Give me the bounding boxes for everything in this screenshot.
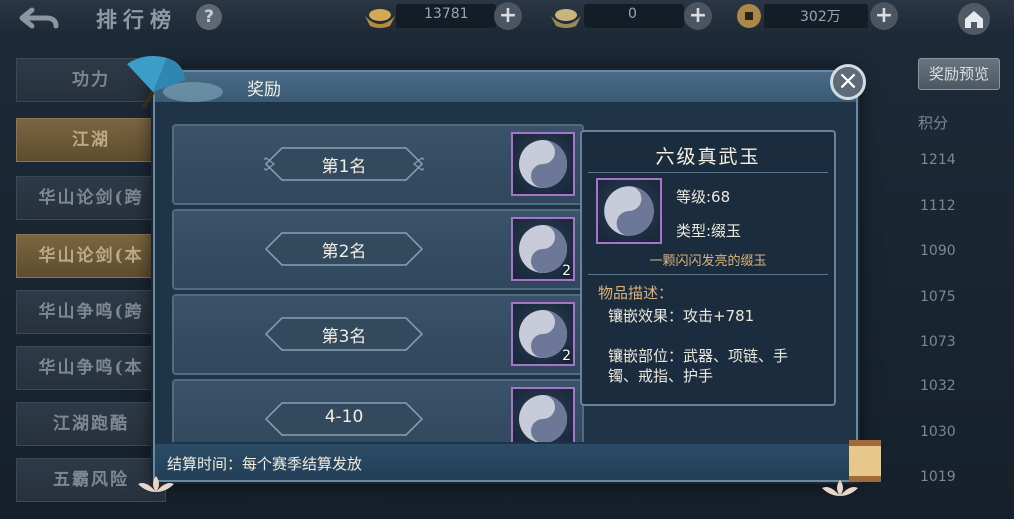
rank-tab-zhengming-local[interactable]: 华山争鸣(本 — [16, 346, 166, 390]
item-effect: 镶嵌效果：攻击+781 — [608, 307, 755, 325]
divider — [588, 172, 828, 173]
back-arrow-icon[interactable] — [18, 4, 62, 32]
jade-taiji-icon — [519, 140, 567, 188]
item-count: 2 — [562, 263, 571, 279]
reward-item-slot[interactable] — [511, 132, 575, 196]
item-tooltip: 六级真武玉 等级:68 类型:缀玉 一颗闪闪发亮的缀玉 物品描述： 镶嵌效果：攻… — [580, 130, 836, 406]
score-cell: 1019 — [920, 469, 956, 485]
item-type: 类型:缀玉 — [676, 222, 742, 240]
score-cell: 1075 — [920, 289, 956, 305]
item-slots-line2: 镯、戒指、护手 — [608, 367, 714, 385]
rank-label: 4-10 — [324, 407, 364, 427]
jade-taiji-icon — [604, 186, 654, 236]
rank-tab-jianghu[interactable]: 江湖 — [16, 118, 166, 162]
lotus-icon — [822, 480, 858, 496]
reward-preview-button[interactable]: 奖励预览 — [918, 58, 1000, 90]
item-name: 六级真武玉 — [655, 146, 761, 168]
home-button[interactable] — [958, 3, 990, 35]
rank-label: 第1名 — [321, 157, 367, 177]
silver-value: 0 — [628, 6, 637, 22]
score-cell: 1112 — [920, 198, 956, 214]
top-bar: 排行榜 ? 13781 + 0 + 302万 + — [0, 0, 1014, 36]
rank-label: 第3名 — [321, 327, 367, 347]
item-slots-line1: 镶嵌部位：武器、项链、手 — [608, 347, 789, 365]
help-icon[interactable]: ? — [196, 4, 222, 30]
close-button[interactable]: × — [830, 64, 866, 100]
score-cell: 1214 — [920, 152, 956, 168]
copper-coin-icon — [737, 4, 761, 28]
reward-item-slot[interactable]: 2 — [511, 302, 575, 366]
modal-header: 奖励 — [155, 72, 856, 102]
jade-taiji-icon — [519, 395, 567, 442]
page-title: 排行榜 — [96, 7, 177, 32]
score-cell: 1073 — [920, 334, 956, 350]
score-cell: 1032 — [920, 378, 956, 394]
lotus-icon — [138, 476, 174, 492]
modal-title: 奖励 — [247, 80, 281, 100]
rank-tab-parkour[interactable]: 江湖跑酷 — [16, 402, 166, 446]
item-level: 等级:68 — [676, 188, 731, 206]
gold-ingot-icon — [365, 9, 395, 28]
rank-tab-zhengming-cross[interactable]: 华山争鸣(跨 — [16, 290, 166, 334]
rank-label: 第2名 — [321, 242, 367, 262]
home-icon — [965, 11, 983, 28]
rank-tab-huashan-cross[interactable]: 华山论剑(跨 — [16, 176, 166, 220]
reward-item-slot[interactable] — [511, 387, 575, 442]
gold-value: 13781 — [424, 6, 469, 22]
silver-ingot-icon — [551, 9, 581, 28]
item-flavor-text: 一颗闪闪发亮的缀玉 — [649, 254, 767, 269]
score-cell: 1030 — [920, 424, 956, 440]
coin-value: 302万 — [800, 9, 841, 25]
add-coin-button[interactable]: + — [870, 2, 898, 30]
settlement-time-text: 结算时间：每个赛季结算发放 — [167, 455, 363, 473]
rank-tab-huashan-local[interactable]: 华山论剑(本 — [16, 234, 166, 278]
score-cell: 1090 — [920, 243, 956, 259]
fan-decoration-icon — [127, 56, 223, 110]
add-gold-button[interactable]: + — [494, 2, 522, 30]
reward-item-slot[interactable]: 2 — [511, 217, 575, 281]
score-column-header: 积分 — [918, 114, 949, 132]
divider — [588, 274, 828, 275]
tooltip-item-slot — [596, 178, 662, 244]
item-count: 2 — [562, 348, 571, 364]
item-description-title: 物品描述： — [598, 284, 674, 302]
modal-footer: 结算时间：每个赛季结算发放 — [155, 444, 856, 480]
add-silver-button[interactable]: + — [684, 2, 712, 30]
